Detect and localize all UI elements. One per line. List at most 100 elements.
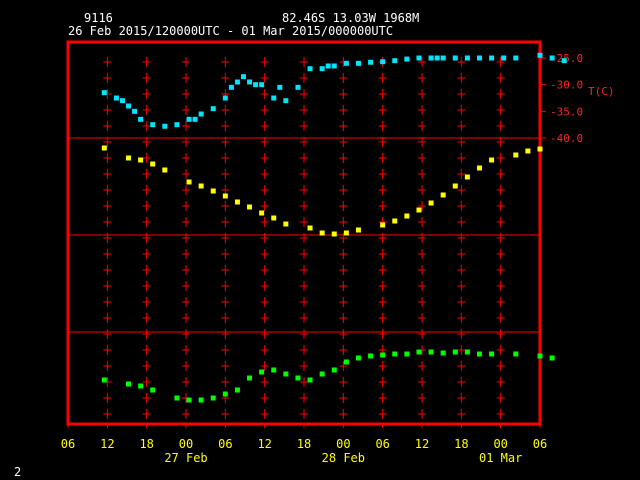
pressure-point — [198, 183, 204, 189]
rh-point — [537, 353, 543, 359]
temperature-point — [476, 55, 482, 61]
rh-point — [307, 377, 313, 383]
temperature-point — [132, 108, 138, 114]
temperature-point — [271, 95, 277, 101]
pressure-point — [222, 193, 228, 199]
temperature-point — [380, 59, 386, 65]
temperature-point — [513, 55, 519, 61]
temperature-point — [392, 58, 398, 64]
rh-point — [416, 349, 422, 355]
temperature-point — [174, 122, 180, 128]
x-tick-label: 00 — [179, 437, 193, 451]
temperature-point — [113, 95, 119, 101]
rh-point — [464, 349, 470, 355]
x-tick-label: 06 — [61, 437, 75, 451]
rh-point — [380, 352, 386, 358]
x-tick-label: 06 — [218, 437, 232, 451]
pressure-point — [234, 199, 240, 205]
x-day-label: 28 Feb — [322, 451, 365, 465]
temperature-point — [198, 111, 204, 117]
rh-point — [198, 397, 204, 403]
pressure-point — [319, 230, 325, 236]
x-tick-label: 18 — [454, 437, 468, 451]
rh-point — [513, 351, 519, 357]
pressure-point — [138, 157, 144, 163]
temperature-point — [501, 55, 507, 61]
temperature-point — [192, 116, 198, 122]
rh-point — [234, 387, 240, 393]
x-tick-label: 18 — [297, 437, 311, 451]
pressure-point — [343, 230, 349, 236]
temperature-point — [150, 122, 156, 128]
station-location: 82.46S 13.03W 1968M — [282, 11, 419, 25]
pressure-point — [380, 222, 386, 228]
x-tick-label: 06 — [375, 437, 389, 451]
temperature-point — [464, 55, 470, 61]
temperature-point — [162, 123, 168, 129]
rh-point — [247, 375, 253, 381]
pressure-point — [126, 155, 132, 161]
temperature-point — [549, 55, 555, 61]
pressure-point — [150, 161, 156, 167]
temperature-point — [119, 98, 125, 104]
temperature-point — [489, 55, 495, 61]
pressure-point — [440, 192, 446, 198]
y-tick-label: -35.0 — [550, 105, 583, 118]
x-tick-label: 12 — [257, 437, 271, 451]
temperature-point — [331, 63, 337, 69]
meteogram-chart: 9116 82.46S 13.03W 1968M 26 Feb 2015/120… — [14, 11, 615, 479]
rh-point — [404, 351, 410, 357]
temperature-point — [234, 79, 240, 85]
rh-point — [186, 397, 192, 403]
temperature-point — [355, 60, 361, 66]
temperature-point — [440, 55, 446, 61]
rh-point — [355, 355, 361, 361]
rh-point — [174, 395, 180, 401]
temperature-point — [428, 55, 434, 61]
x-tick-label: 06 — [533, 437, 547, 451]
temperature-point — [277, 84, 283, 90]
temperature-point — [537, 52, 543, 58]
pressure-point — [525, 148, 531, 154]
temperature-point — [210, 106, 216, 112]
pressure-point — [392, 218, 398, 224]
pressure-point — [464, 174, 470, 180]
rh-point — [440, 350, 446, 356]
rh-point — [476, 351, 482, 357]
rh-point — [222, 391, 228, 397]
pressure-point — [307, 225, 313, 231]
pressure-point — [186, 179, 192, 185]
pressure-point — [283, 221, 289, 227]
temperature-point — [283, 98, 289, 104]
temperature-point — [259, 82, 265, 88]
rh-point — [549, 355, 555, 361]
temperature-point — [247, 79, 253, 85]
rh-point — [150, 387, 156, 393]
pressure-point — [489, 157, 495, 163]
pressure-point — [271, 215, 277, 221]
rh-point — [343, 359, 349, 365]
pressure-point — [210, 188, 216, 194]
pressure-point — [355, 227, 361, 233]
temperature-point — [253, 82, 259, 88]
rh-point — [271, 367, 277, 373]
pressure-point — [476, 165, 482, 171]
pressure-point — [513, 152, 519, 158]
temperature-point — [295, 84, 301, 90]
pressure-point — [331, 231, 337, 237]
time-period: 26 Feb 2015/120000UTC - 01 Mar 2015/0000… — [68, 24, 393, 38]
rh-point — [368, 353, 374, 359]
rh-point — [126, 381, 132, 387]
temperature-point — [452, 55, 458, 61]
temperature-point — [561, 58, 567, 64]
rh-point — [138, 383, 144, 389]
x-day-label: 01 Mar — [479, 451, 522, 465]
rh-point — [452, 349, 458, 355]
pressure-point — [101, 145, 107, 151]
x-day-label: 27 Feb — [164, 451, 207, 465]
pressure-point — [452, 183, 458, 189]
temperature-point — [126, 103, 132, 109]
temperature-point — [307, 66, 313, 72]
x-tick-label: 00 — [336, 437, 350, 451]
rh-point — [283, 371, 289, 377]
